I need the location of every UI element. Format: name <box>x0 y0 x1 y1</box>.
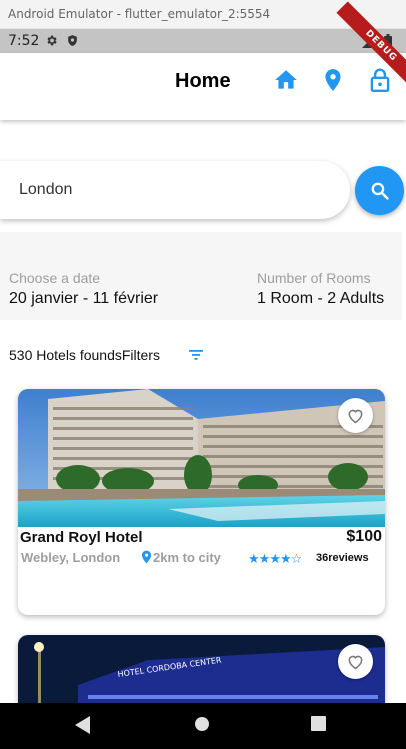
lock-icon[interactable] <box>367 67 393 93</box>
hotel-distance: 2km to city <box>153 550 221 565</box>
android-nav-bar <box>0 703 406 749</box>
filter-list-icon[interactable] <box>189 349 203 361</box>
date-value: 20 janvier - 11 février <box>9 290 159 307</box>
hotel-name: Grand Royl Hotel <box>20 529 143 546</box>
review-count: 36reviews <box>316 552 369 564</box>
search-input[interactable] <box>19 178 319 202</box>
location-pin-icon <box>141 550 152 564</box>
shield-icon <box>68 35 77 46</box>
settings-gear-icon <box>47 35 57 46</box>
status-time: 7:52 <box>8 33 40 49</box>
star-filled-icon: ★ <box>279 551 292 566</box>
search-icon <box>371 182 389 200</box>
rooms-label: Number of Rooms <box>257 270 371 286</box>
star-rating: ★★★★☆ <box>248 551 303 567</box>
app-bar: Home <box>0 53 406 120</box>
date-picker[interactable]: Choose a date 20 janvier - 11 février <box>9 270 158 308</box>
home-nav-icon[interactable] <box>194 716 210 732</box>
star-filled-icon: ★ <box>269 551 281 566</box>
rooms-value: 1 Room - 2 Adults <box>257 290 385 307</box>
favorite-button[interactable] <box>338 644 373 679</box>
heart-outline-icon <box>348 655 363 670</box>
location-pin-icon[interactable] <box>320 67 346 93</box>
page-title: Home <box>175 70 231 92</box>
home-icon[interactable] <box>273 67 299 93</box>
hotel-photo-image <box>18 389 385 527</box>
hotels-count: 530 Hotels founds <box>9 347 122 363</box>
hotel-photo <box>18 389 385 527</box>
emulator-title: Android Emulator - flutter_emulator_2:55… <box>8 7 271 21</box>
hotel-card[interactable]: Grand Royl Hotel $100 Webley, London 2km… <box>18 389 385 615</box>
star-filled-icon: ★ <box>258 551 271 566</box>
booking-options: Choose a date 20 janvier - 11 février Nu… <box>0 232 402 320</box>
back-icon[interactable] <box>75 716 91 734</box>
search-button[interactable] <box>355 166 404 215</box>
results-summary: 530 Hotels foundsFilters <box>9 347 160 363</box>
favorite-button[interactable] <box>338 398 373 433</box>
hotel-location: Webley, London <box>21 550 121 565</box>
rooms-picker[interactable]: Number of Rooms 1 Room - 2 Adults <box>257 270 384 308</box>
hotel-price: $100 <box>346 528 382 545</box>
star-filled-icon: ★ <box>248 551 260 566</box>
filters-button[interactable]: Filters <box>122 347 160 363</box>
recents-icon[interactable] <box>311 716 326 731</box>
status-bar: 7:52 <box>0 29 406 53</box>
star-outline-icon: ☆ <box>290 551 303 566</box>
heart-outline-icon <box>348 409 363 424</box>
date-label: Choose a date <box>9 270 101 286</box>
search-field[interactable] <box>0 161 350 219</box>
